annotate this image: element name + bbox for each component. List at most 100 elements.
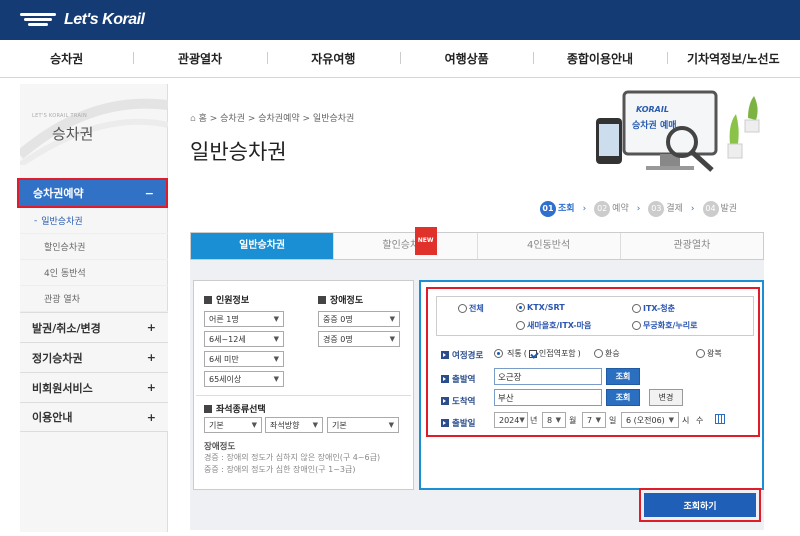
chevron-down-icon: ▼ <box>251 421 257 429</box>
ticket-tabs: 일반승차권 할인승차권 NEW 4인동반석 관광열차 <box>190 227 764 260</box>
option-label: 인접역포함 <box>538 349 576 358</box>
sidebar-sub-family[interactable]: 4인 동반석 <box>20 260 168 286</box>
checkbox-checked-icon[interactable] <box>528 349 537 358</box>
chevron-down-icon: ▼ <box>273 315 279 323</box>
tab-family-seat[interactable]: 4인동반석 <box>476 233 620 259</box>
passenger-title: 인원정보 <box>204 293 249 306</box>
child-select[interactable]: 6세~12세 ▼ <box>204 331 284 347</box>
calendar-icon[interactable] <box>715 414 725 424</box>
sidebar-item-reservation[interactable]: 승차권예약 − <box>17 178 168 208</box>
adult-select[interactable]: 어른 1명 ▼ <box>204 311 284 327</box>
section-icon <box>204 295 212 304</box>
route-direct[interactable]: 직통(인접역포함) <box>494 348 581 359</box>
logo-mark-icon <box>20 13 56 27</box>
seat-option-select[interactable]: 기본 ▼ <box>327 417 399 433</box>
route-label: 여정경로 <box>441 349 483 361</box>
route-round-trip[interactable]: 왕복 <box>696 348 722 359</box>
breadcrumb-tickets[interactable]: 승차권 <box>220 114 245 124</box>
step-4: 04 발권 <box>702 201 737 217</box>
arrow-icon <box>441 351 449 359</box>
nav-station-info[interactable]: 기차역정보/노선도 <box>666 50 800 67</box>
chevron-right-icon: › <box>636 204 641 214</box>
train-type-itx-cheongchun[interactable]: ITX-청춘 <box>632 303 675 314</box>
step-number: 04 <box>702 201 719 217</box>
chevron-down-icon: ▼ <box>388 421 394 429</box>
year-unit: 년 <box>530 416 538 425</box>
arrival-search-button[interactable]: 조회 <box>606 389 640 406</box>
select-value: 65세이상 <box>209 374 242 384</box>
progress-steps: 01 조회 › 02 예약 › 03 결제 › 04 발권 <box>540 201 737 217</box>
tab-discount[interactable]: 할인승차권 NEW <box>333 227 477 259</box>
home-icon[interactable]: ⌂ <box>190 114 196 124</box>
radio-icon <box>632 304 641 313</box>
infant-select[interactable]: 6세 미만 ▼ <box>204 351 284 367</box>
radio-icon <box>516 321 525 330</box>
sidebar-sub-discount[interactable]: 할인승차권 <box>20 234 168 260</box>
korail-logo[interactable]: Let's Korail <box>20 9 145 31</box>
day-unit: 일 <box>609 416 617 425</box>
sidebar-sub-tour[interactable]: 관광 열차 <box>20 286 168 312</box>
chevron-right-icon: › <box>690 204 695 214</box>
nav-tickets[interactable]: 승차권 <box>0 50 133 67</box>
tab-tour-train[interactable]: 관광열차 <box>619 233 763 259</box>
chevron-down-icon: ▼ <box>273 355 279 363</box>
breadcrumb-home[interactable]: 홈 <box>199 114 207 124</box>
sidebar-item-label: 비회원서비스 <box>32 381 93 395</box>
nav-tour-trains[interactable]: 관광열차 <box>133 50 266 67</box>
month-select[interactable]: 8 ▼ <box>542 412 566 428</box>
nav-travel-products[interactable]: 여행상품 <box>399 50 533 67</box>
route-transfer[interactable]: 환승 <box>594 348 620 359</box>
nav-guide[interactable]: 종합이용안내 <box>533 50 666 67</box>
nav-free-travel[interactable]: 자유여행 <box>266 50 400 67</box>
sidebar-item-season[interactable]: 정기승차권 + <box>20 342 168 372</box>
chevron-down-icon: ▼ <box>519 416 525 424</box>
seat-type-select[interactable]: 기본 ▼ <box>204 417 262 433</box>
banner-brand: KORAIL <box>636 105 669 114</box>
select-value: 7 <box>587 415 593 425</box>
breadcrumb-reservation[interactable]: 승차권예약 <box>258 114 299 124</box>
ticket-banner-illustration <box>596 90 760 172</box>
departure-label-text: 출발역 <box>452 375 476 385</box>
divider <box>196 395 411 396</box>
swap-stations-button[interactable]: 변경 <box>649 389 683 406</box>
hour-select[interactable]: 6 (오전06) ▼ <box>621 412 679 428</box>
day-select[interactable]: 7 ▼ <box>582 412 606 428</box>
search-button-highlight: 조회하기 <box>639 488 761 522</box>
chevron-down-icon: ▼ <box>555 416 561 424</box>
option-label: 무궁화호/누리로 <box>643 321 698 330</box>
expand-icon: + <box>146 410 156 424</box>
select-value: 기본 <box>209 420 224 430</box>
sidebar-item-ticketing[interactable]: 발권/취소/변경 + <box>20 312 168 342</box>
chevron-down-icon: ▼ <box>312 421 318 429</box>
logo-text: Let's Korail <box>64 11 145 28</box>
train-type-all[interactable]: 전체 <box>458 303 484 314</box>
step-2: 02 예약 <box>594 201 629 217</box>
sidebar-item-info[interactable]: 이용안내 + <box>20 402 168 432</box>
select-value: 어른 1명 <box>209 314 239 324</box>
expand-icon: + <box>146 351 156 364</box>
departure-input[interactable]: 오근장 <box>494 368 602 385</box>
train-type-ktx[interactable]: KTX/SRT <box>516 303 565 312</box>
collapse-icon: − <box>144 186 154 200</box>
seat-title-label: 좌석종류선택 <box>216 405 266 415</box>
select-value: 기본 <box>332 420 347 430</box>
sidebar-sub-label: 일반승차권 <box>41 217 83 227</box>
sidebar-sub-general[interactable]: - 일반승차권 <box>20 208 168 234</box>
radio-icon <box>632 321 641 330</box>
train-type-mugunghwa[interactable]: 무궁화호/누리로 <box>632 320 697 331</box>
severe-select[interactable]: 중증 0명 ▼ <box>318 311 400 327</box>
departure-search-button[interactable]: 조회 <box>606 368 640 385</box>
train-type-saemaeul[interactable]: 새마을호/ITX-마음 <box>516 320 591 331</box>
bullet-icon: - <box>34 215 38 226</box>
sidebar-item-guest[interactable]: 비회원서비스 + <box>20 372 168 402</box>
tab-general[interactable]: 일반승차권 <box>191 233 334 259</box>
arrival-input[interactable]: 부산 <box>494 389 602 406</box>
section-icon <box>318 295 326 304</box>
option-label: 왕복 <box>707 349 722 358</box>
year-select[interactable]: 2024 ▼ <box>494 412 528 428</box>
search-button[interactable]: 조회하기 <box>644 493 756 517</box>
senior-select[interactable]: 65세이상 ▼ <box>204 371 284 387</box>
chevron-down-icon: ▼ <box>273 335 279 343</box>
mild-select[interactable]: 경증 0명 ▼ <box>318 331 400 347</box>
seat-direction-select[interactable]: 좌석방향 ▼ <box>265 417 323 433</box>
